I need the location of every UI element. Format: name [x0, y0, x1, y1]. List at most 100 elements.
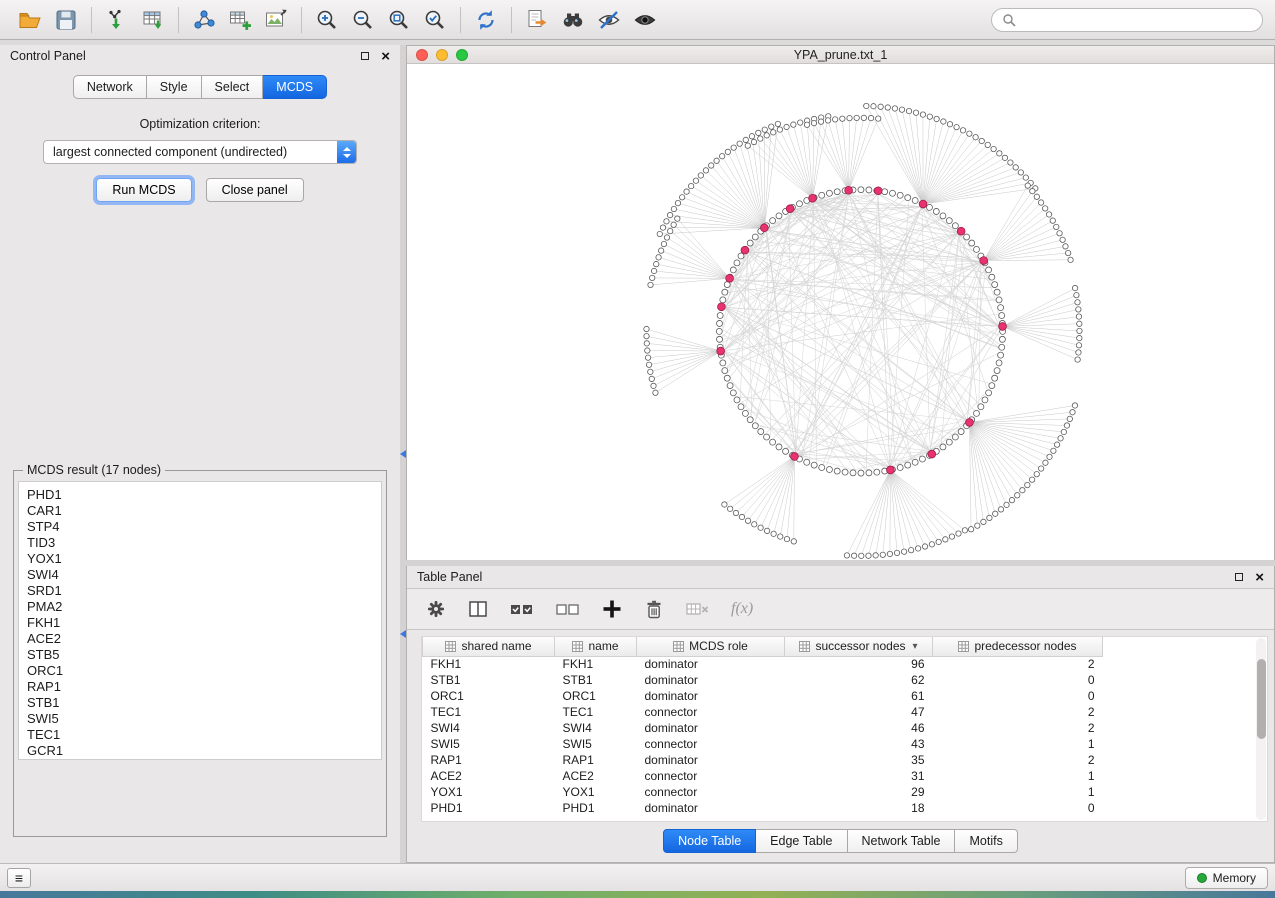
close-panel-button[interactable]: Close panel — [206, 178, 304, 202]
network-node[interactable] — [758, 525, 763, 530]
network-node[interactable] — [1077, 335, 1082, 340]
network-node[interactable] — [1047, 454, 1052, 459]
table-vertical-scrollbar[interactable] — [1256, 638, 1266, 820]
list-item[interactable]: FKH1 — [27, 615, 381, 631]
cell-successors[interactable]: 31 — [785, 768, 933, 784]
cell-shared_name[interactable]: RAP1 — [423, 752, 555, 768]
network-node[interactable] — [1074, 292, 1079, 297]
cell-name[interactable]: SWI5 — [555, 736, 637, 752]
network-node[interactable] — [660, 225, 665, 230]
network-node[interactable] — [648, 369, 653, 374]
network-node[interactable] — [882, 189, 888, 195]
network-node[interactable] — [887, 551, 892, 556]
list-item[interactable]: YOX1 — [27, 551, 381, 567]
network-node[interactable] — [1042, 206, 1047, 211]
network-node[interactable] — [752, 234, 758, 240]
network-node[interactable] — [878, 104, 883, 109]
network-node[interactable] — [727, 383, 733, 389]
network-node[interactable] — [675, 216, 680, 221]
network-node[interactable] — [1030, 188, 1035, 193]
table-options-button[interactable] — [425, 598, 447, 620]
network-node[interactable] — [998, 352, 1004, 358]
export-network-button[interactable] — [519, 4, 555, 36]
cell-successors[interactable]: 47 — [785, 704, 933, 720]
mcds-hub-node[interactable] — [999, 323, 1007, 331]
cell-shared_name[interactable]: SWI4 — [423, 720, 555, 736]
network-node[interactable] — [1020, 488, 1025, 493]
network-node[interactable] — [644, 333, 649, 338]
show-column-button[interactable] — [467, 598, 489, 620]
network-node[interactable] — [756, 130, 761, 135]
network-node[interactable] — [731, 145, 736, 150]
network-node[interactable] — [1076, 314, 1081, 319]
network-node[interactable] — [861, 115, 866, 120]
mcds-hub-node[interactable] — [887, 466, 895, 474]
list-item[interactable]: SWI4 — [27, 567, 381, 583]
network-node[interactable] — [737, 141, 742, 146]
network-node[interactable] — [1025, 482, 1030, 487]
network-node[interactable] — [708, 163, 713, 168]
cell-role[interactable]: dominator — [637, 672, 785, 688]
network-node[interactable] — [688, 183, 693, 188]
criterion-dropdown[interactable]: largest connected component (undirected) — [43, 140, 357, 164]
network-node[interactable] — [926, 204, 932, 210]
network-node[interactable] — [892, 106, 897, 111]
cell-role[interactable]: dominator — [637, 800, 785, 816]
network-node[interactable] — [1077, 328, 1082, 333]
network-node[interactable] — [818, 119, 823, 124]
network-node[interactable] — [958, 429, 964, 435]
network-node[interactable] — [1072, 403, 1077, 408]
new-network-button[interactable] — [186, 4, 222, 36]
cell-predecessors[interactable]: 2 — [933, 720, 1103, 736]
network-node[interactable] — [730, 267, 736, 273]
mcds-result-list[interactable]: PHD1CAR1STP4TID3YOX1SWI4SRD1PMA2FKH1ACE2… — [18, 481, 382, 760]
list-item[interactable]: STB1 — [27, 695, 381, 711]
network-node[interactable] — [947, 122, 952, 127]
table-row[interactable]: ORC1ORC1dominator610 — [423, 688, 1268, 704]
network-node[interactable] — [991, 146, 996, 151]
close-panel-icon[interactable]: × — [381, 49, 390, 64]
network-node[interactable] — [758, 136, 763, 141]
network-node[interactable] — [649, 376, 654, 381]
network-node[interactable] — [973, 410, 979, 416]
cell-predecessors[interactable]: 2 — [933, 752, 1103, 768]
network-node[interactable] — [717, 313, 723, 319]
network-node[interactable] — [770, 218, 776, 224]
cell-role[interactable]: connector — [637, 768, 785, 784]
network-node[interactable] — [920, 112, 925, 117]
window-close-light[interactable] — [416, 49, 428, 61]
network-node[interactable] — [811, 120, 816, 125]
network-node[interactable] — [784, 536, 789, 541]
network-node[interactable] — [969, 240, 975, 246]
mcds-hub-node[interactable] — [919, 200, 927, 208]
network-node[interactable] — [747, 240, 753, 246]
network-node[interactable] — [826, 190, 832, 196]
network-node[interactable] — [1009, 497, 1014, 502]
cell-name[interactable]: ORC1 — [555, 688, 637, 704]
network-node[interactable] — [999, 313, 1005, 319]
network-node[interactable] — [758, 429, 764, 435]
mcds-hub-node[interactable] — [845, 186, 853, 194]
cell-predecessors[interactable]: 0 — [933, 800, 1103, 816]
network-node[interactable] — [658, 248, 663, 253]
mcds-hub-node[interactable] — [786, 205, 794, 213]
table-row[interactable]: SWI4SWI4dominator462 — [423, 720, 1268, 736]
network-node[interactable] — [671, 222, 676, 227]
cell-predecessors[interactable]: 1 — [933, 768, 1103, 784]
network-node[interactable] — [982, 397, 988, 403]
network-node[interactable] — [717, 320, 723, 326]
network-node[interactable] — [874, 469, 880, 475]
open-session-button[interactable] — [12, 4, 48, 36]
cell-predecessors[interactable]: 0 — [933, 688, 1103, 704]
cell-role[interactable]: connector — [637, 736, 785, 752]
cell-name[interactable]: ACE2 — [555, 768, 637, 784]
network-node[interactable] — [645, 348, 650, 353]
search-input[interactable] — [1022, 13, 1252, 27]
network-node[interactable] — [1076, 307, 1081, 312]
network-node[interactable] — [946, 439, 952, 445]
cell-name[interactable]: TEC1 — [555, 704, 637, 720]
zoom-out-button[interactable] — [345, 4, 381, 36]
network-node[interactable] — [796, 201, 802, 207]
cell-successors[interactable]: 18 — [785, 800, 933, 816]
list-item[interactable]: ACE2 — [27, 631, 381, 647]
